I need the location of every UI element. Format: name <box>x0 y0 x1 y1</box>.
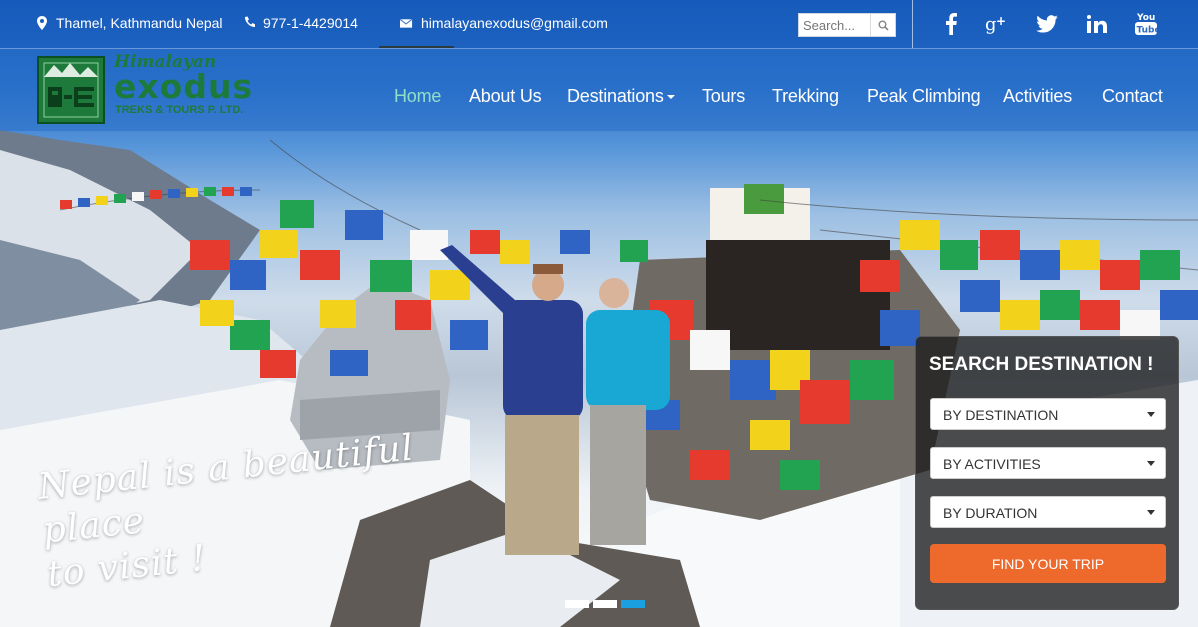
duration-select-value: BY DURATION <box>943 505 1038 521</box>
activities-select-value: BY ACTIVITIES <box>943 456 1041 472</box>
brand-subtitle: TREKS & TOURS P. LTD. <box>115 104 244 116</box>
find-your-trip-button[interactable]: FIND YOUR TRIP <box>930 544 1166 583</box>
svg-text:+: + <box>996 14 1006 28</box>
activities-select[interactable]: BY ACTIVITIES <box>930 447 1166 479</box>
nav-destinations-label: Destinations <box>567 86 664 106</box>
email-text: himalayanexodus@gmail.com <box>421 15 608 31</box>
phone-icon <box>244 16 255 28</box>
brand-name: exodus <box>114 67 254 106</box>
search-panel-title: SEARCH DESTINATION ! <box>929 354 1154 375</box>
duration-select[interactable]: BY DURATION <box>930 496 1166 528</box>
nav-activities[interactable]: Activities <box>1003 86 1072 107</box>
google-plus-icon[interactable]: g + <box>982 9 1012 39</box>
envelope-icon <box>400 18 413 28</box>
nav-home[interactable]: Home <box>394 86 441 107</box>
slide-dot-1[interactable] <box>565 600 589 608</box>
location-text: Thamel, Kathmandu Nepal <box>56 15 223 31</box>
slide-dot-3[interactable] <box>621 600 645 608</box>
nav-peak-climbing[interactable]: Peak Climbing <box>867 86 981 107</box>
phone-info[interactable]: 977-1-4429014 <box>243 15 358 31</box>
search-input[interactable] <box>799 14 880 36</box>
caret-down-icon <box>1147 510 1155 515</box>
svg-text:Tube: Tube <box>1137 26 1158 36</box>
caret-down-icon <box>1147 461 1155 466</box>
svg-text:You: You <box>1136 13 1155 23</box>
svg-text:g: g <box>985 14 997 35</box>
top-info-bar: Thamel, Kathmandu Nepal 977-1-4429014 hi… <box>0 0 1198 49</box>
email-info[interactable]: himalayanexodus@gmail.com <box>400 15 608 31</box>
linkedin-icon[interactable] <box>1082 9 1112 39</box>
destination-select-value: BY DESTINATION <box>943 407 1059 423</box>
phone-text: 977-1-4429014 <box>263 15 358 31</box>
search-icon <box>878 20 889 31</box>
nav-contact[interactable]: Contact <box>1102 86 1163 107</box>
topbar-divider <box>912 0 913 48</box>
search-destination-panel: SEARCH DESTINATION ! BY DESTINATION BY A… <box>915 336 1179 610</box>
chevron-down-icon <box>666 95 675 100</box>
nav-about-us[interactable]: About Us <box>469 86 542 107</box>
search-box <box>798 13 896 37</box>
email-underline <box>379 46 454 48</box>
location-info: Thamel, Kathmandu Nepal <box>36 15 223 31</box>
nav-trekking[interactable]: Trekking <box>772 86 839 107</box>
youtube-icon[interactable]: You Tube <box>1131 9 1161 39</box>
map-marker-icon <box>37 16 47 30</box>
twitter-icon[interactable] <box>1032 9 1062 39</box>
nav-destinations[interactable]: Destinations <box>567 86 675 107</box>
caret-down-icon <box>1147 412 1155 417</box>
slide-dot-2[interactable] <box>593 600 617 608</box>
facebook-icon[interactable] <box>936 9 966 39</box>
destination-select[interactable]: BY DESTINATION <box>930 398 1166 430</box>
brand-logo[interactable]: Himalayan exodus TREKS & TOURS P. LTD. <box>36 52 258 125</box>
search-button[interactable] <box>870 14 895 36</box>
nav-tours[interactable]: Tours <box>702 86 745 107</box>
